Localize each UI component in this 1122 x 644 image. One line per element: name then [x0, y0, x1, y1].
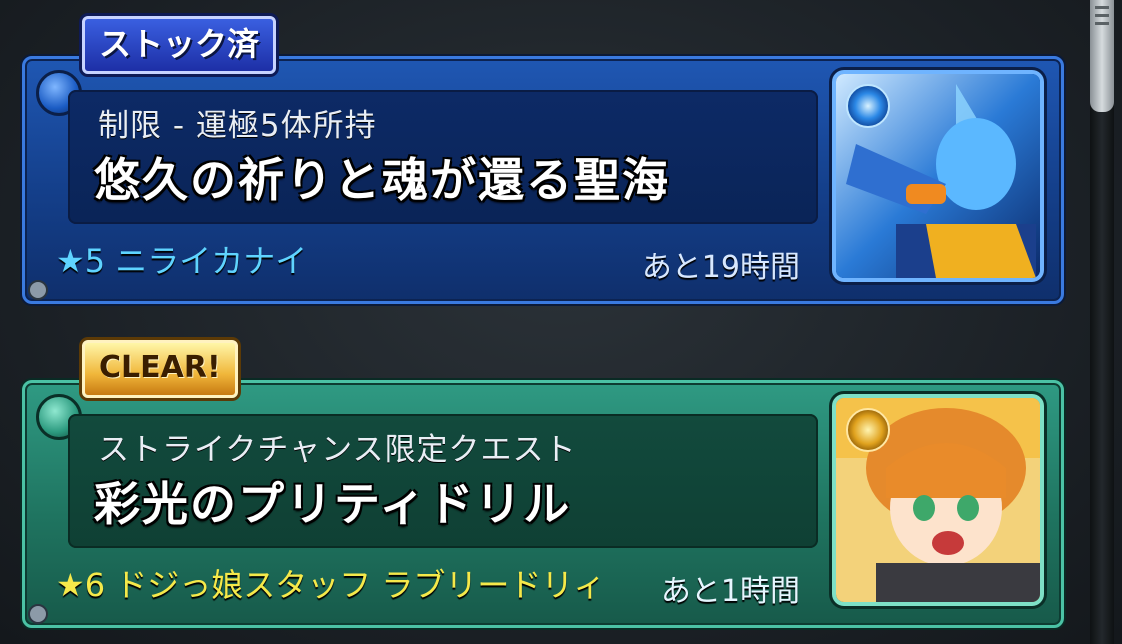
grip-line	[1095, 22, 1109, 25]
quest-subtitle: 制限 - 運極5体所持	[98, 108, 377, 144]
grip-line	[1095, 14, 1109, 17]
monster-name: ★6 ドジっ娘スタッフ ラブリードリィ	[56, 566, 606, 604]
monster-portrait	[832, 394, 1044, 606]
quest-subtitle: ストライクチャンス限定クエスト	[98, 432, 577, 468]
screw-icon	[28, 604, 48, 624]
stock-status-badge: ストック済	[82, 16, 277, 74]
quest-title: 彩光のプリティドリル	[94, 477, 572, 531]
time-remaining: あと1時間	[660, 574, 800, 609]
light-element-icon	[846, 408, 890, 452]
water-element-icon	[846, 84, 890, 128]
scrollbar-thumb[interactable]	[1090, 0, 1114, 112]
quest-title: 悠久の祈りと魂が還る聖海	[94, 153, 670, 207]
time-remaining: あと19時間	[641, 250, 800, 285]
grip-line	[1095, 6, 1109, 9]
monster-portrait	[832, 70, 1044, 282]
clear-status-badge: CLEAR!	[82, 340, 238, 398]
monster-name: ★5 ニライカナイ	[56, 242, 308, 280]
screw-icon	[28, 280, 48, 300]
